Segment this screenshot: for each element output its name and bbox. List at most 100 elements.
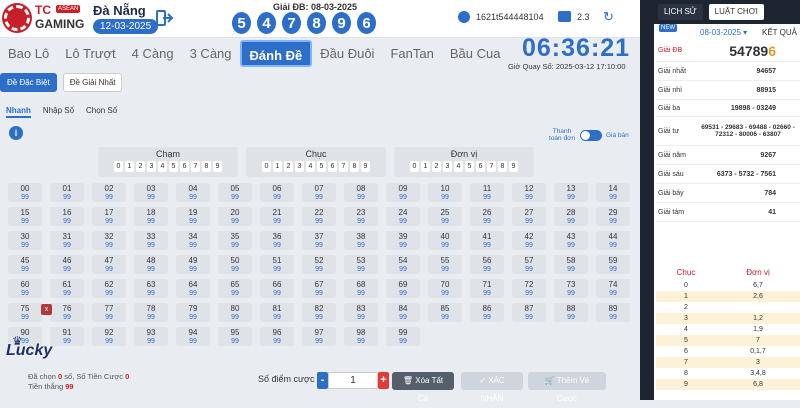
number-cell[interactable]: 59 99 — [596, 255, 630, 274]
number-cell[interactable]: 28 99 — [554, 207, 588, 226]
mode-nhanh[interactable]: Nhanh — [6, 106, 31, 118]
group-digit[interactable]: 9 — [509, 161, 518, 172]
number-cell[interactable]: 45 99 — [8, 255, 42, 274]
group-digit[interactable]: 1 — [421, 161, 430, 172]
number-cell[interactable]: 74 99 — [596, 279, 630, 298]
result-date-select[interactable]: 08-03-2025 ▾ — [700, 28, 747, 37]
number-cell[interactable]: 02 99 — [92, 183, 126, 202]
number-cell[interactable]: 73 99 — [554, 279, 588, 298]
number-cell[interactable]: 17 99 — [92, 207, 126, 226]
number-cell[interactable]: 32 99 — [92, 231, 126, 250]
number-cell[interactable]: 15 99 — [8, 207, 42, 226]
number-cell[interactable]: 39 99 — [386, 231, 420, 250]
number-cell[interactable]: 46 99 — [50, 255, 84, 274]
number-cell[interactable]: 93 99 — [134, 327, 168, 346]
number-cell[interactable]: 51 99 — [260, 255, 294, 274]
number-cell[interactable]: 92 99 — [92, 327, 126, 346]
wallet-info[interactable]: 2.3 — [558, 11, 590, 22]
refresh-icon[interactable]: ↻ — [603, 9, 614, 25]
tab-0[interactable]: Bao Lô — [0, 40, 57, 67]
group-digit[interactable]: 4 — [158, 161, 167, 172]
stake-plus-button[interactable]: + — [378, 372, 389, 389]
number-cell[interactable]: 03 99 — [134, 183, 168, 202]
subtab-de-dac-biet[interactable]: Đề Đặc Biệt — [0, 73, 57, 92]
number-cell[interactable]: 49 99 — [176, 255, 210, 274]
price-toggle[interactable]: Thanh toán đơn Giá bán — [548, 128, 629, 142]
number-cell[interactable]: 53 99 — [344, 255, 378, 274]
number-cell[interactable]: 72 99 — [512, 279, 546, 298]
number-cell[interactable]: 38 99 — [344, 231, 378, 250]
tab-1[interactable]: Lô Trượt — [57, 40, 123, 67]
group-digit[interactable]: 8 — [498, 161, 507, 172]
number-cell[interactable]: 19 99 — [176, 207, 210, 226]
group-digit[interactable]: 6 — [476, 161, 485, 172]
group-digit[interactable]: 5 — [317, 161, 326, 172]
number-cell[interactable]: 56 99 — [470, 255, 504, 274]
number-cell[interactable]: 82 99 — [302, 303, 336, 322]
number-cell[interactable]: 68 99 — [344, 279, 378, 298]
number-cell[interactable]: 18 99 — [134, 207, 168, 226]
number-cell[interactable]: 41 99 — [470, 231, 504, 250]
number-cell[interactable]: 87 99 — [512, 303, 546, 322]
tab-6[interactable]: FanTan — [382, 40, 441, 67]
number-cell[interactable]: 57 99 — [512, 255, 546, 274]
number-cell[interactable]: 01 99 — [50, 183, 84, 202]
tab-history[interactable]: LỊCH SỬ — [658, 4, 703, 20]
number-cell[interactable]: 71 99 — [470, 279, 504, 298]
group-digit[interactable]: 3 — [443, 161, 452, 172]
clear-all-button[interactable]: 🗑 Xóa Tất Cả — [392, 372, 454, 403]
number-cell[interactable]: 16 99 — [50, 207, 84, 226]
number-cell[interactable]: 08 99 — [344, 183, 378, 202]
number-cell[interactable]: 42 99 — [512, 231, 546, 250]
number-cell[interactable]: 52 99 — [302, 255, 336, 274]
number-cell[interactable]: 89 99 — [596, 303, 630, 322]
number-cell[interactable]: 48 99 — [134, 255, 168, 274]
number-cell[interactable]: 96 99 — [260, 327, 294, 346]
group-digit[interactable]: 0 — [262, 161, 271, 172]
group-digit[interactable]: 7 — [191, 161, 200, 172]
tab-2[interactable]: 4 Càng — [124, 40, 182, 67]
number-cell[interactable]: 14 99 — [596, 183, 630, 202]
number-cell[interactable]: 25 99 — [428, 207, 462, 226]
group-digit[interactable]: 8 — [202, 161, 211, 172]
number-cell[interactable]: 88 99 — [554, 303, 588, 322]
number-cell[interactable]: 94 99 — [176, 327, 210, 346]
number-cell[interactable]: 77 99 — [92, 303, 126, 322]
number-cell[interactable]: 22 99 — [302, 207, 336, 226]
group-digit[interactable]: 5 — [169, 161, 178, 172]
number-cell[interactable]: 95 99 — [218, 327, 252, 346]
number-cell[interactable]: 26 99 — [470, 207, 504, 226]
number-cell[interactable]: 55 99 — [428, 255, 462, 274]
number-cell[interactable]: 81 99 — [260, 303, 294, 322]
number-cell[interactable]: 29 99 — [596, 207, 630, 226]
group-digit[interactable]: 3 — [147, 161, 156, 172]
number-cell[interactable]: 09 99 — [386, 183, 420, 202]
tab-rules[interactable]: LUẬT CHƠI — [708, 4, 764, 20]
tab-4[interactable]: Đánh Đề — [239, 40, 313, 67]
number-cell[interactable]: 24 99 — [386, 207, 420, 226]
number-cell[interactable]: 69 99 — [386, 279, 420, 298]
group-digit[interactable]: 1 — [273, 161, 282, 172]
number-cell[interactable]: 05 99 — [218, 183, 252, 202]
number-cell[interactable]: 64 99 — [176, 279, 210, 298]
number-cell[interactable]: 12 99 — [512, 183, 546, 202]
number-cell[interactable]: 54 99 — [386, 255, 420, 274]
stake-input[interactable]: 1 — [328, 372, 378, 389]
group-digit[interactable]: 7 — [487, 161, 496, 172]
number-cell[interactable]: 40 99 — [428, 231, 462, 250]
number-cell[interactable]: 23 99 — [344, 207, 378, 226]
number-cell[interactable]: 98 99 — [344, 327, 378, 346]
number-cell[interactable]: 11 99 — [470, 183, 504, 202]
group-digit[interactable]: 5 — [465, 161, 474, 172]
group-digit[interactable]: 3 — [295, 161, 304, 172]
number-cell[interactable]: 30 99 — [8, 231, 42, 250]
group-digit[interactable]: 9 — [361, 161, 370, 172]
group-digit[interactable]: 2 — [284, 161, 293, 172]
number-cell[interactable]: 63 99 — [134, 279, 168, 298]
number-cell[interactable]: 62 99 — [92, 279, 126, 298]
number-cell[interactable]: 33 99 — [134, 231, 168, 250]
number-cell[interactable]: 99 99 — [386, 327, 420, 346]
tab-5[interactable]: Đầu Đuôi — [312, 40, 382, 67]
mode-chon-so[interactable]: Chọn Số — [86, 106, 117, 118]
number-cell[interactable]: 97 99 — [302, 327, 336, 346]
